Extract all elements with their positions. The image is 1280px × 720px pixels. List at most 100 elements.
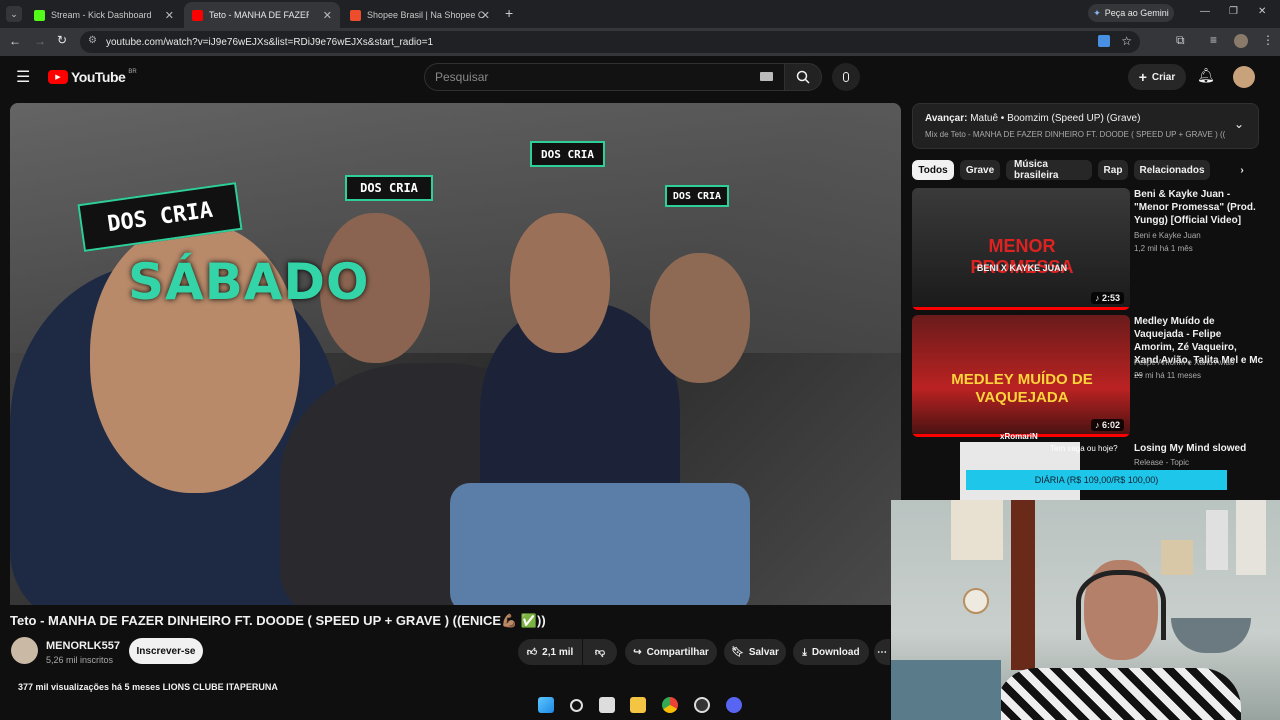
chevron-down-icon[interactable]: ⌄	[1234, 117, 1244, 131]
translate-icon[interactable]	[1098, 35, 1110, 47]
kick-icon	[34, 9, 45, 21]
playlist-panel[interactable]: Avançar: Matuê • Boomzim (Speed UP) (Gra…	[912, 103, 1259, 149]
sticker-overlay: DOS CRIA	[530, 141, 605, 167]
address-bar[interactable]: ⚙ youtube.com/watch?v=iJ9e76wEJXs&list=R…	[80, 31, 1140, 53]
hamburger-menu-icon[interactable]: ☰	[16, 67, 30, 87]
forward-icon[interactable]: →	[34, 34, 46, 48]
sticker-overlay: DOS CRIA	[345, 175, 433, 201]
wall-poster	[951, 500, 1003, 560]
site-info-icon[interactable]: ⚙	[88, 35, 97, 46]
headset	[1076, 570, 1166, 640]
create-button[interactable]: + Criar	[1128, 64, 1186, 90]
video-duration: ♪ 6:02	[1090, 419, 1124, 431]
discord-icon[interactable]	[725, 697, 742, 713]
thumbs-down-icon: 👎︎	[594, 647, 606, 658]
notifications-bell-icon[interactable]: 🔔︎	[1197, 67, 1215, 84]
chip-todos[interactable]: Todos	[912, 160, 954, 180]
person-figure	[450, 483, 750, 605]
subscriber-count: 5,26 mil inscritos	[46, 655, 114, 665]
tab-shopee[interactable]: Shopee Brasil | Na Shopee Com ✕	[342, 2, 498, 28]
gemini-icon: ✦	[1093, 7, 1101, 18]
file-explorer-icon[interactable]	[630, 697, 647, 713]
wall-fan	[963, 588, 989, 614]
windows-start-icon[interactable]	[537, 697, 554, 713]
recommended-thumbnail[interactable]: MENOR PROMESSA BENI X KAYKE JUAN ♪ 2:53	[912, 188, 1130, 310]
recommended-channel[interactable]: Release - Topic	[1134, 458, 1189, 467]
task-view-icon[interactable]	[598, 697, 615, 713]
tab-youtube-video[interactable]: Teto - MANHA DE FAZER DI ✕	[184, 2, 340, 28]
maximize-button[interactable]: ❐	[1229, 6, 1238, 17]
gemini-label: Peça ao Gemini	[1104, 8, 1169, 18]
desk-bowl	[1171, 618, 1251, 653]
wall-poster	[1236, 500, 1266, 575]
extensions-icon[interactable]: ⧉	[1176, 33, 1185, 48]
door	[1011, 500, 1035, 670]
duration-text: 2:53	[1101, 293, 1120, 303]
keyboard-icon[interactable]	[760, 72, 773, 81]
chrome-menu-icon[interactable]: ⋮	[1262, 33, 1274, 47]
next-title: Matuê • Boomzim (Speed UP) (Grave)	[970, 113, 1141, 124]
new-tab-button[interactable]: +	[505, 5, 513, 21]
share-label: Compartilhar	[646, 646, 709, 658]
obs-icon[interactable]	[694, 697, 711, 713]
like-button[interactable]: 👍︎ 2,1 mil	[518, 639, 582, 665]
chips-next-button[interactable]: ›	[1232, 160, 1252, 180]
tab-kick-dashboard[interactable]: Stream - Kick Dashboard ✕	[26, 2, 182, 28]
back-icon[interactable]: ←	[9, 34, 21, 48]
save-button[interactable]: 🔖︎ Salvar	[724, 639, 786, 665]
chip-relacionados[interactable]: Relacionados	[1134, 160, 1210, 180]
youtube-logo[interactable]: ▶ YouTube BR	[48, 69, 137, 85]
channel-name[interactable]: MENORLK557	[46, 640, 120, 652]
wall-poster	[1161, 540, 1193, 575]
sticker-text: DOS CRIA	[105, 197, 215, 237]
tab-label: Teto - MANHA DE FAZER DI	[209, 10, 309, 20]
search-icon[interactable]	[569, 698, 583, 712]
download-icon: ⤓	[802, 646, 807, 658]
chip-rap[interactable]: Rap	[1098, 160, 1128, 180]
recommended-title[interactable]: Beni & Kayke Juan - "Menor Promessa" (Pr…	[1134, 188, 1264, 227]
recommended-title[interactable]: Losing My Mind slowed	[1134, 442, 1264, 455]
person-figure	[510, 213, 610, 353]
youtube-wordmark: YouTube	[71, 69, 126, 85]
minimize-button[interactable]: —	[1200, 6, 1210, 17]
account-avatar[interactable]	[1233, 66, 1255, 88]
search-input[interactable]: Pesquisar	[424, 63, 786, 91]
reload-icon[interactable]: ↻	[57, 33, 67, 47]
recommended-thumbnail[interactable]: MEDLEY MUÍDO DE VAQUEJADA ♪ 6:02	[912, 315, 1130, 437]
chip-musica-brasileira[interactable]: Música brasileira	[1006, 159, 1092, 181]
plus-icon: +	[1138, 69, 1147, 85]
dislike-button[interactable]: 👎︎	[583, 639, 617, 665]
recommended-meta: 1,2 mil há 1 mês	[1134, 244, 1193, 253]
streamer-shirt	[996, 668, 1241, 720]
video-description-meta[interactable]: 377 mil visualizações há 5 meses LIONS C…	[18, 682, 278, 692]
close-icon[interactable]: ✕	[323, 9, 332, 22]
recommended-channel[interactable]: Beni e Kayke Juan	[1134, 231, 1201, 240]
microphone-icon	[843, 72, 849, 82]
more-actions-button[interactable]: ⋯	[874, 639, 890, 665]
video-title: Teto - MANHA DE FAZER DINHEIRO FT. DOODE…	[10, 613, 546, 628]
reading-list-icon[interactable]: ≡	[1210, 33, 1217, 47]
download-label: Download	[811, 646, 860, 658]
tab-list-dropdown[interactable]: ⌄	[6, 6, 22, 22]
voice-search-button[interactable]	[832, 63, 860, 91]
stream-chat-line: xRomariN	[1000, 432, 1038, 441]
video-player[interactable]: DOS CRIA DOS CRIA DOS CRIA DOS CRIA SÁBA…	[10, 103, 901, 605]
chrome-icon[interactable]	[662, 697, 679, 713]
close-icon[interactable]: ✕	[165, 9, 174, 22]
browser-tab-strip: ⌄ Stream - Kick Dashboard ✕ Teto - MANHA…	[0, 0, 1280, 28]
recommended-channel[interactable]: Felipe Amorim e Xand Avião	[1134, 358, 1234, 367]
bookmark-star-icon[interactable]: ☆	[1121, 34, 1132, 48]
share-button[interactable]: ↪ Compartilhar	[625, 639, 717, 665]
gemini-button[interactable]: ✦ Peça ao Gemini	[1088, 4, 1174, 22]
chip-grave[interactable]: Grave	[960, 160, 1000, 180]
close-window-button[interactable]: ✕	[1258, 6, 1266, 17]
subscribe-button[interactable]: Inscrever-se	[129, 638, 203, 664]
profile-avatar[interactable]	[1234, 34, 1248, 48]
close-icon[interactable]: ✕	[481, 9, 490, 22]
channel-avatar[interactable]	[11, 637, 38, 664]
video-text-overlay: SÁBADO	[128, 253, 370, 311]
thumb-subtitle-text: BENI X KAYKE JUAN	[976, 263, 1068, 273]
search-button[interactable]	[784, 63, 822, 91]
country-code: BR	[128, 69, 137, 75]
download-button[interactable]: ⤓ Download	[793, 639, 869, 665]
